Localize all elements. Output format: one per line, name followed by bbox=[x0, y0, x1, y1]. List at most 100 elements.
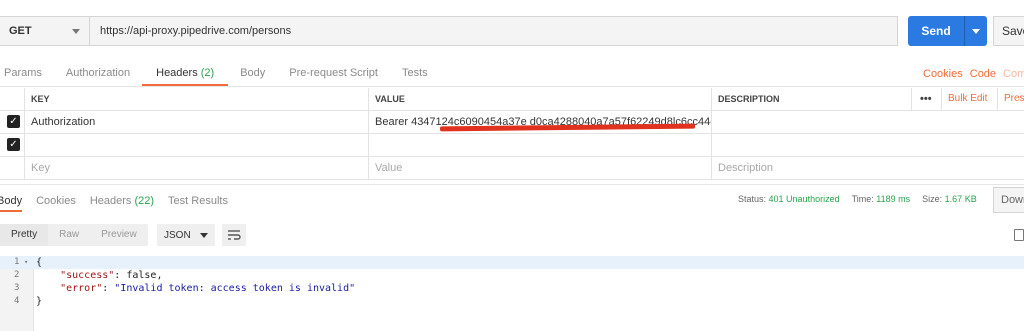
tab-response-headers[interactable]: Headers (22) bbox=[90, 190, 154, 212]
tab-test-results[interactable]: Test Results bbox=[168, 190, 228, 212]
chevron-down-icon bbox=[72, 28, 80, 34]
chevron-down-icon bbox=[972, 28, 980, 34]
line-number: 2 bbox=[14, 270, 20, 280]
new-key-input[interactable]: Key bbox=[24, 157, 368, 179]
url-text: https://api-proxy.pipedrive.com/persons bbox=[100, 25, 292, 37]
json-key: "success" bbox=[60, 270, 115, 281]
preview-button[interactable]: Preview bbox=[90, 224, 148, 246]
send-button[interactable]: Send bbox=[908, 16, 964, 46]
status-value: 401 Unauthorized bbox=[768, 194, 840, 204]
send-dropdown-button[interactable] bbox=[964, 16, 987, 46]
response-headers-count-badge: (22) bbox=[134, 195, 155, 207]
tab-authorization[interactable]: Authorization bbox=[66, 62, 130, 86]
method-select[interactable]: GET bbox=[0, 16, 90, 46]
line-number: 3 bbox=[14, 283, 20, 293]
code-line: 3 "error": "Invalid token: access token … bbox=[0, 282, 1024, 295]
response-tabs: Body Cookies Headers (22) Test Results bbox=[0, 190, 242, 212]
headers-count-badge: (2) bbox=[200, 67, 215, 79]
raw-button[interactable]: Raw bbox=[48, 224, 90, 246]
table-row: ✓ bbox=[0, 134, 1024, 157]
code-line: 1 ▾ { bbox=[0, 256, 1024, 269]
tab-tests-label: Tests bbox=[401, 67, 428, 79]
request-side-links: Cookies Code Comments bbox=[923, 62, 1024, 86]
tab-body-label: Body bbox=[240, 67, 266, 79]
size-label: Size: bbox=[922, 194, 943, 204]
code-text: "error": "Invalid token: access token is… bbox=[60, 283, 356, 294]
tab-headers-label: Headers bbox=[156, 67, 198, 79]
method-label: GET bbox=[9, 25, 32, 37]
time-label: Time: bbox=[851, 194, 874, 204]
json-value: "Invalid token: access token is invalid" bbox=[114, 283, 356, 294]
column-header-value: VALUE bbox=[368, 88, 711, 110]
size-info: Size: 1.67 KB bbox=[922, 190, 977, 212]
response-body-editor[interactable]: 1 ▾ { 2 "success": false, 3 "error": "In… bbox=[0, 256, 1024, 331]
code-text: "success": false, bbox=[60, 270, 163, 281]
header-value-input[interactable] bbox=[368, 134, 711, 156]
headers-table: KEY VALUE DESCRIPTION ••• Bulk Edit Pres… bbox=[0, 88, 1024, 180]
code-line: 4 } bbox=[0, 295, 1024, 308]
url-input[interactable]: https://api-proxy.pipedrive.com/persons bbox=[90, 16, 898, 46]
comments-link[interactable]: Comments bbox=[1003, 62, 1024, 86]
tab-params-label: Params bbox=[4, 67, 42, 79]
copy-icon[interactable] bbox=[1014, 229, 1024, 241]
more-options-button[interactable]: ••• bbox=[911, 88, 941, 110]
download-label: Download bbox=[1001, 194, 1024, 206]
tab-response-cookies[interactable]: Cookies bbox=[36, 190, 76, 212]
save-label: Save bbox=[1002, 24, 1024, 38]
table-row-new: Key Value Description bbox=[0, 157, 1024, 180]
wrap-lines-icon bbox=[228, 230, 241, 240]
row-checkbox[interactable]: ✓ bbox=[7, 115, 20, 128]
tab-tests[interactable]: Tests bbox=[402, 62, 428, 86]
header-description-input[interactable] bbox=[711, 134, 1024, 156]
column-header-description: DESCRIPTION bbox=[711, 88, 911, 110]
row-checkbox[interactable]: ✓ bbox=[7, 138, 20, 151]
time-info: Time: 1189 ms bbox=[852, 190, 911, 212]
new-description-input[interactable]: Description bbox=[711, 157, 1024, 179]
header-key-input[interactable]: Authorization bbox=[24, 111, 368, 133]
fold-icon[interactable]: ▾ bbox=[24, 256, 28, 269]
code-line: 2 "success": false, bbox=[0, 269, 1024, 282]
divider bbox=[0, 184, 1024, 185]
wrap-lines-button[interactable] bbox=[222, 224, 246, 246]
request-tabs: Params Authorization Headers (2) Body Pr… bbox=[0, 62, 452, 86]
chevron-down-icon bbox=[200, 232, 208, 238]
table-header-row: KEY VALUE DESCRIPTION ••• Bulk Edit Pres… bbox=[0, 88, 1024, 111]
status-label: Status: bbox=[738, 194, 767, 204]
code-link[interactable]: Code bbox=[970, 62, 996, 86]
column-header-key: KEY bbox=[24, 88, 368, 110]
line-number: 4 bbox=[14, 296, 20, 306]
code-text: { bbox=[36, 257, 43, 268]
tab-response-headers-label: Headers bbox=[89, 195, 132, 207]
tab-response-cookies-label: Cookies bbox=[36, 195, 76, 207]
save-button[interactable]: Save bbox=[993, 16, 1024, 46]
tab-headers[interactable]: Headers (2) bbox=[142, 62, 229, 86]
tab-prerequest-script[interactable]: Pre-request Script bbox=[289, 62, 378, 86]
tab-response-body-label: Body bbox=[0, 195, 23, 207]
send-label: Send bbox=[921, 24, 951, 38]
tab-body[interactable]: Body bbox=[240, 62, 265, 86]
cookies-link[interactable]: Cookies bbox=[923, 62, 963, 86]
new-value-input[interactable]: Value bbox=[368, 157, 711, 179]
presets-button[interactable]: Presets bbox=[997, 88, 1024, 110]
json-value: false bbox=[126, 270, 157, 281]
tab-response-body[interactable]: Body bbox=[0, 190, 23, 212]
tab-prerequest-label: Pre-request Script bbox=[289, 67, 378, 79]
response-status-bar: Status: 401 Unauthorized Time: 1189 ms S… bbox=[738, 190, 977, 212]
download-button[interactable]: Download bbox=[993, 187, 1024, 213]
header-description-input[interactable] bbox=[711, 111, 1024, 133]
divider bbox=[0, 86, 1024, 87]
time-value: 1189 ms bbox=[876, 194, 911, 204]
tab-test-results-label: Test Results bbox=[168, 195, 228, 207]
json-key: "error" bbox=[60, 283, 103, 294]
bulk-edit-button[interactable]: Bulk Edit bbox=[941, 88, 991, 110]
line-number: 1 bbox=[14, 257, 20, 267]
format-select[interactable]: JSON bbox=[157, 224, 215, 246]
tab-params[interactable]: Params bbox=[4, 62, 42, 86]
status-info: Status: 401 Unauthorized bbox=[738, 190, 840, 212]
size-value: 1.67 KB bbox=[944, 194, 977, 204]
format-label: JSON bbox=[164, 229, 191, 241]
pretty-button[interactable]: Pretty bbox=[0, 224, 49, 246]
response-view-toggle: Pretty Raw Preview bbox=[0, 224, 148, 246]
code-text: } bbox=[36, 296, 43, 307]
header-key-input[interactable] bbox=[24, 134, 368, 156]
